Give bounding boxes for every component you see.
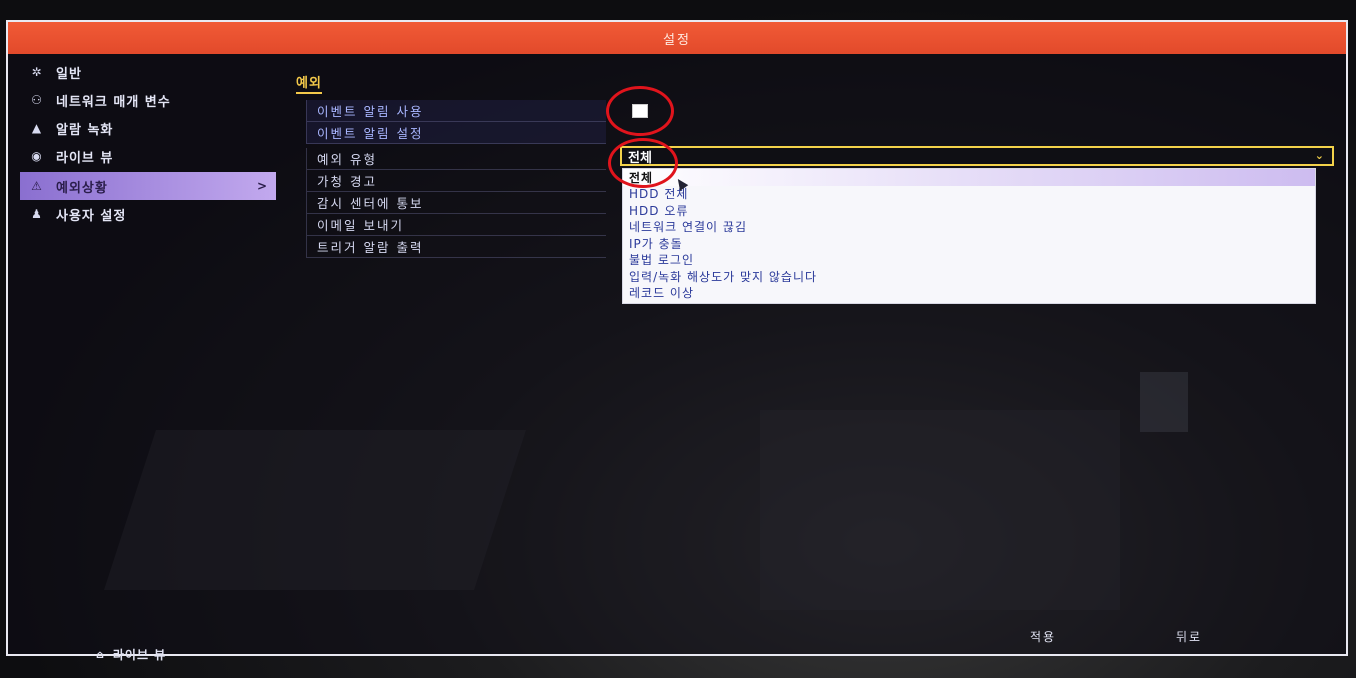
sidebar-item-network[interactable]: ⚇ 네트워크 매개 변수 [20,86,285,114]
dropdown-option[interactable]: IP가 충돌 [623,235,1315,252]
row-audible-warning: 가청 경고 [306,170,606,192]
live-view-label: 라이브 뷰 [112,648,167,662]
row-event-alert-settings[interactable]: 이벤트 알림 설정 [306,122,606,144]
dropdown-option[interactable]: 입력/녹화 해상도가 맞지 않습니다 [623,268,1315,285]
settings-rows: 이벤트 알림 사용 이벤트 알림 설정 예외 유형 가청 경고 감시 센터에 통… [306,100,606,258]
sidebar-item-user-settings[interactable]: ♟ 사용자 설정 [20,200,285,228]
sidebar-item-general[interactable]: ✲ 일반 [20,58,285,86]
settings-sidebar: ✲ 일반 ⚇ 네트워크 매개 변수 ▲ 알람 녹화 ◉ 라이브 뷰 ⚠ 예외상황… [20,58,285,228]
sidebar-item-label: 예외상황 [56,180,108,196]
row-notify-surveillance-center: 감시 센터에 통보 [306,192,606,214]
window-title-bar: 설정 [8,22,1346,54]
row-event-alert-enable: 이벤트 알림 사용 [306,100,606,122]
sidebar-item-label: 사용자 설정 [56,208,127,224]
live-view-link[interactable]: ⌂ 라이브 뷰 [96,646,166,663]
sidebar-item-alarm-recording[interactable]: ▲ 알람 녹화 [20,114,285,142]
eye-icon: ◉ [31,149,43,163]
sidebar-item-label: 라이브 뷰 [56,150,114,166]
gear-icon: ✲ [31,65,43,79]
event-alert-checkbox[interactable] [632,104,648,118]
network-icon: ⚇ [31,93,43,107]
sidebar-item-label: 네트워크 매개 변수 [56,94,171,110]
dropdown-option[interactable]: 레코드 이상 [623,285,1315,302]
chevron-right-icon: > [256,179,268,193]
dropdown-option[interactable]: HDD 전체 [623,186,1315,203]
section-title: 예외 [296,72,322,94]
dropdown-option[interactable]: HDD 오류 [623,202,1315,219]
sidebar-item-exceptions[interactable]: ⚠ 예외상황 > [20,172,276,200]
dropdown-option[interactable]: 네트워크 연결이 끊김 [623,219,1315,236]
home-icon: ⌂ [96,648,105,661]
exception-type-select[interactable]: 전체 ⌄ [620,146,1334,166]
users-icon: ♟ [31,207,43,221]
sidebar-item-label: 알람 녹화 [56,122,114,138]
sidebar-item-live-view[interactable]: ◉ 라이브 뷰 [20,142,285,170]
dropdown-option[interactable]: 불법 로그인 [623,252,1315,269]
sidebar-item-label: 일반 [56,66,82,82]
row-send-email: 이메일 보내기 [306,214,606,236]
back-button[interactable]: 뒤로 [1176,628,1202,645]
exception-type-dropdown: 전체 HDD 전체 HDD 오류 네트워크 연결이 끊김 IP가 충돌 불법 로… [622,168,1316,304]
row-trigger-alarm-output: 트리거 알람 출력 [306,236,606,258]
chevron-down-icon: ⌄ [1314,149,1324,162]
dropdown-option[interactable]: 전체 [623,169,1315,186]
exception-type-selected: 전체 [628,150,652,166]
window-title: 설정 [663,32,691,48]
apply-button[interactable]: 적용 [1030,628,1056,645]
warning-icon: ⚠ [31,179,43,193]
alarm-icon: ▲ [31,121,43,135]
row-exception-type: 예외 유형 [306,148,606,170]
